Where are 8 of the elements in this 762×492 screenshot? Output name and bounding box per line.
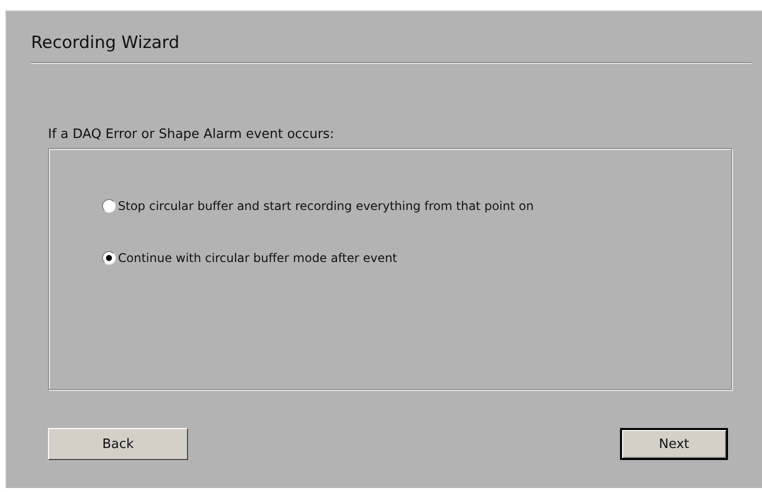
- wizard-button[interactable]: Next: [620, 428, 728, 460]
- wizard-button[interactable]: Back: [48, 428, 188, 460]
- option-label[interactable]: Stop circular buffer and start recording everything from that point on: [118, 199, 534, 213]
- window-title: Recording Wizard: [31, 33, 180, 53]
- prompt-text: If a DAQ Error or Shape Alarm event occurs:: [48, 127, 334, 142]
- radio-button[interactable]: [102, 199, 116, 213]
- option-label[interactable]: Continue with circular buffer mode after event: [118, 251, 398, 265]
- radio-button[interactable]: [102, 251, 116, 265]
